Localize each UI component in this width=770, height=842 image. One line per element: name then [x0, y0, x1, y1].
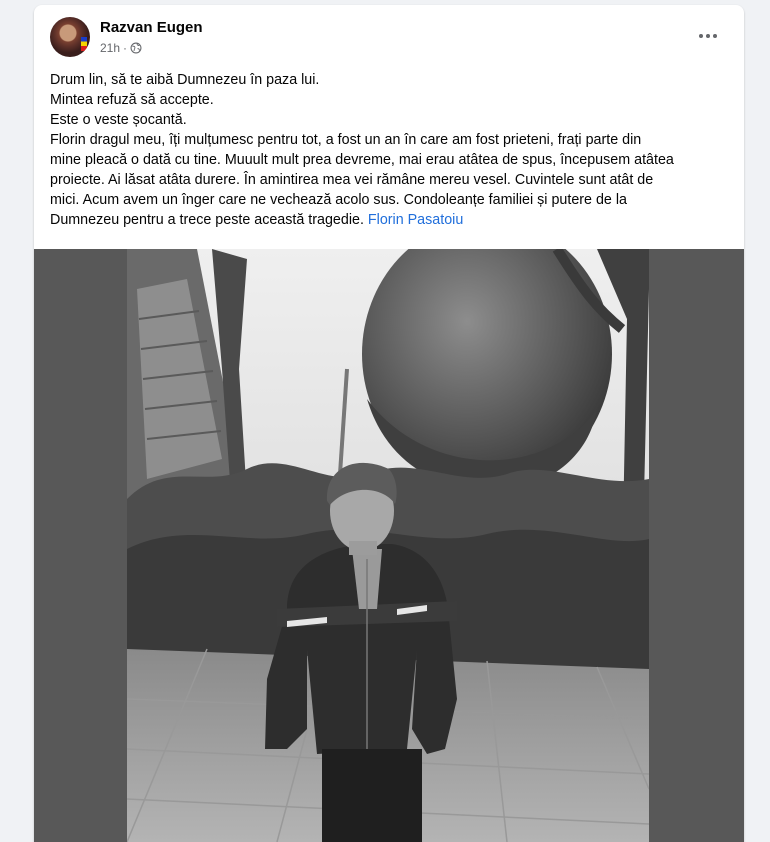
post-card: Razvan Eugen 21h · Drum lin, să te aibă … — [34, 5, 744, 842]
post-header: Razvan Eugen 21h · — [34, 5, 744, 65]
avatar[interactable] — [50, 17, 90, 57]
more-dot — [713, 34, 717, 38]
flag-icon — [81, 37, 87, 51]
post-photo[interactable] — [127, 249, 649, 842]
meta-separator: · — [123, 41, 128, 55]
more-options-icon — [699, 34, 703, 38]
more-options-button[interactable] — [690, 23, 726, 49]
post-line: mine pleacă o dată cu tine. Muuult mult … — [50, 152, 674, 168]
post-meta: 21h · — [100, 41, 142, 55]
post-line: Este o veste șocantă. — [50, 112, 187, 128]
more-dot — [706, 34, 710, 38]
globe-icon[interactable] — [130, 42, 142, 54]
photo-illustration — [127, 249, 649, 842]
post-line: proiecte. Ai lăsat atâta durere. În amin… — [50, 172, 654, 188]
author-name[interactable]: Razvan Eugen — [100, 19, 203, 36]
post-line: mici. Acum avem un înger care ne vecheaz… — [50, 192, 627, 208]
post-body: Drum lin, să te aibă Dumnezeu în paza lu… — [50, 70, 740, 230]
photo-container — [34, 249, 744, 842]
post-line: Dumnezeu pentru a trece peste această tr… — [50, 210, 740, 230]
post-time[interactable]: 21h — [100, 41, 120, 55]
post-line: Drum lin, să te aibă Dumnezeu în paza lu… — [50, 72, 320, 88]
post-line: Florin dragul meu, îți mulțumesc pentru … — [50, 132, 642, 148]
post-last-line: Dumnezeu pentru a trece peste această tr… — [50, 212, 364, 228]
tagged-person-link[interactable]: Florin Pasatoiu — [368, 212, 463, 228]
post-line: Mintea refuză să accepte. — [50, 92, 214, 108]
